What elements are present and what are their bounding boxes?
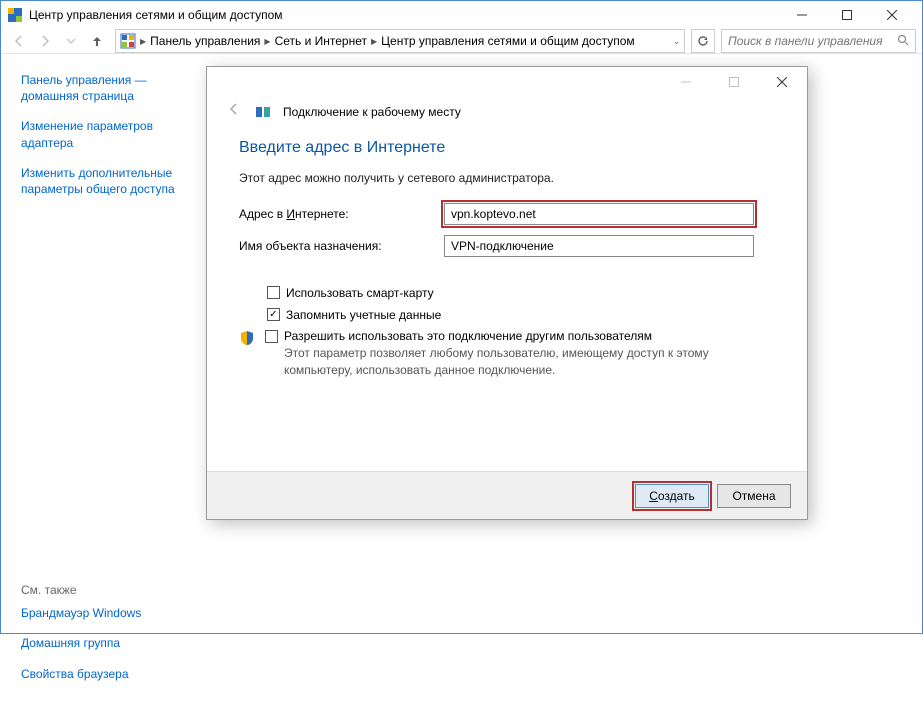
internet-address-label: Адрес в Интернете: (239, 207, 444, 221)
window-title: Центр управления сетями и общим доступом (29, 8, 779, 22)
dialog-minimize-button (667, 71, 705, 93)
breadcrumb-item[interactable]: Панель управления▶ (150, 34, 270, 48)
connect-workplace-dialog: Подключение к рабочему месту Введите адр… (206, 66, 808, 520)
minimize-button[interactable] (779, 1, 824, 29)
close-button[interactable] (869, 1, 914, 29)
chevron-down-icon[interactable]: ⌄ (673, 37, 680, 46)
search-input[interactable] (728, 34, 891, 48)
dialog-close-button[interactable] (763, 71, 801, 93)
breadcrumb-item[interactable]: Сеть и Интернет▶ (275, 34, 378, 48)
internet-address-input[interactable] (444, 203, 754, 225)
dialog-header: Подключение к рабочему месту (207, 100, 807, 133)
remember-credentials-checkbox-row: Запомнить учетные данные (267, 307, 775, 323)
nav-back-button[interactable] (7, 29, 31, 53)
sidebar-link-firewall[interactable]: Брандмауэр Windows (21, 605, 201, 621)
allow-other-users-row: Разрешить использовать это подключение д… (239, 329, 775, 377)
search-box[interactable] (721, 29, 916, 53)
control-panel-icon (7, 7, 23, 23)
dialog-maximize-button (715, 71, 753, 93)
create-button[interactable]: Создать (635, 484, 709, 508)
sidebar-link-adapter-settings[interactable]: Изменение параметров адаптера (21, 118, 201, 150)
smartcard-checkbox-row: Использовать смарт-карту (267, 285, 775, 301)
dialog-header-text: Подключение к рабочему месту (283, 105, 461, 119)
internet-address-row: Адрес в Интернете: (239, 203, 775, 225)
smartcard-checkbox[interactable] (267, 286, 280, 299)
sidebar: Панель управления — домашняя страница Из… (1, 54, 201, 710)
refresh-button[interactable] (691, 29, 715, 53)
cancel-button[interactable]: Отмена (717, 484, 791, 508)
nav-forward-button[interactable] (33, 29, 57, 53)
dialog-titlebar (207, 67, 807, 100)
shield-icon (239, 330, 255, 346)
maximize-button[interactable] (824, 1, 869, 29)
dialog-footer: Создать Отмена (207, 471, 807, 519)
window-titlebar: Центр управления сетями и общим доступом (1, 1, 922, 29)
breadcrumb-item[interactable]: Центр управления сетями и общим доступом (381, 34, 635, 48)
destination-name-label: Имя объекта назначения: (239, 239, 444, 253)
remember-credentials-checkbox[interactable] (267, 308, 280, 321)
allow-other-users-label: Разрешить использовать это подключение д… (284, 329, 652, 343)
smartcard-label: Использовать смарт-карту (286, 285, 434, 301)
sidebar-link-sharing-settings[interactable]: Изменить дополнительные параметры общего… (21, 165, 201, 197)
destination-name-row: Имя объекта назначения: (239, 235, 775, 257)
network-center-icon (120, 33, 136, 49)
dialog-subtitle: Этот адрес можно получить у сетевого адм… (239, 171, 775, 185)
sidebar-link-home[interactable]: Панель управления — домашняя страница (21, 72, 201, 104)
see-also-label: См. также (21, 583, 201, 597)
remember-credentials-label: Запомнить учетные данные (286, 307, 441, 323)
search-icon (897, 34, 909, 49)
sidebar-link-homegroup[interactable]: Домашняя группа (21, 635, 201, 651)
dialog-back-button[interactable] (225, 100, 243, 123)
allow-other-users-description: Этот параметр позволяет любому пользоват… (284, 345, 775, 377)
nav-recent-button[interactable] (59, 29, 83, 53)
address-bar[interactable]: ▶ Панель управления▶ Сеть и Интернет▶ Це… (115, 29, 685, 53)
toolbar: ▶ Панель управления▶ Сеть и Интернет▶ Це… (1, 29, 922, 54)
nav-up-button[interactable] (85, 29, 109, 53)
destination-name-input[interactable] (444, 235, 754, 257)
sidebar-link-browser-properties[interactable]: Свойства браузера (21, 666, 201, 682)
chevron-right-icon: ▶ (140, 37, 146, 46)
workplace-icon (255, 104, 271, 120)
allow-other-users-checkbox[interactable] (265, 330, 278, 343)
dialog-title: Введите адрес в Интернете (239, 139, 775, 157)
